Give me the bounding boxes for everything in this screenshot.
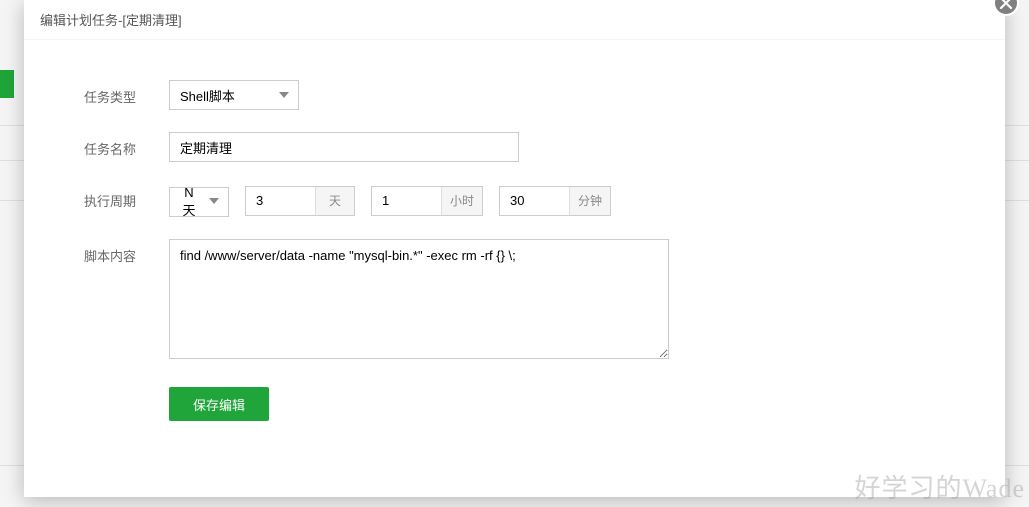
watermark-text: 好学习的Wade xyxy=(854,468,1025,505)
label-task-type: 任务类型 xyxy=(84,80,169,106)
cycle-select-value: N天 xyxy=(180,185,198,219)
sidebar-green-edge xyxy=(0,70,14,98)
cycle-select[interactable]: N天 xyxy=(169,184,229,217)
modal-title: 编辑计划任务-[定期清理] xyxy=(24,0,1005,40)
task-type-value: Shell脚本 xyxy=(180,86,235,105)
unit-minute: 分钟 xyxy=(569,186,611,216)
edit-task-modal: 编辑计划任务-[定期清理] 任务类型 Shell脚本 任务名称 执行周期 xyxy=(24,0,1005,497)
script-content-textarea[interactable] xyxy=(169,239,669,359)
task-name-input[interactable] xyxy=(169,132,519,162)
label-task-name: 任务名称 xyxy=(84,132,169,158)
label-exec-cycle: 执行周期 xyxy=(84,184,169,210)
save-button[interactable]: 保存编辑 xyxy=(169,387,269,421)
unit-day: 天 xyxy=(315,186,355,216)
label-script-content: 脚本内容 xyxy=(84,239,169,265)
days-input[interactable] xyxy=(245,186,315,216)
close-icon xyxy=(999,0,1013,10)
unit-hour: 小时 xyxy=(441,186,483,216)
task-type-select[interactable]: Shell脚本 xyxy=(169,80,299,110)
minutes-input[interactable] xyxy=(499,186,569,216)
hours-input[interactable] xyxy=(371,186,441,216)
